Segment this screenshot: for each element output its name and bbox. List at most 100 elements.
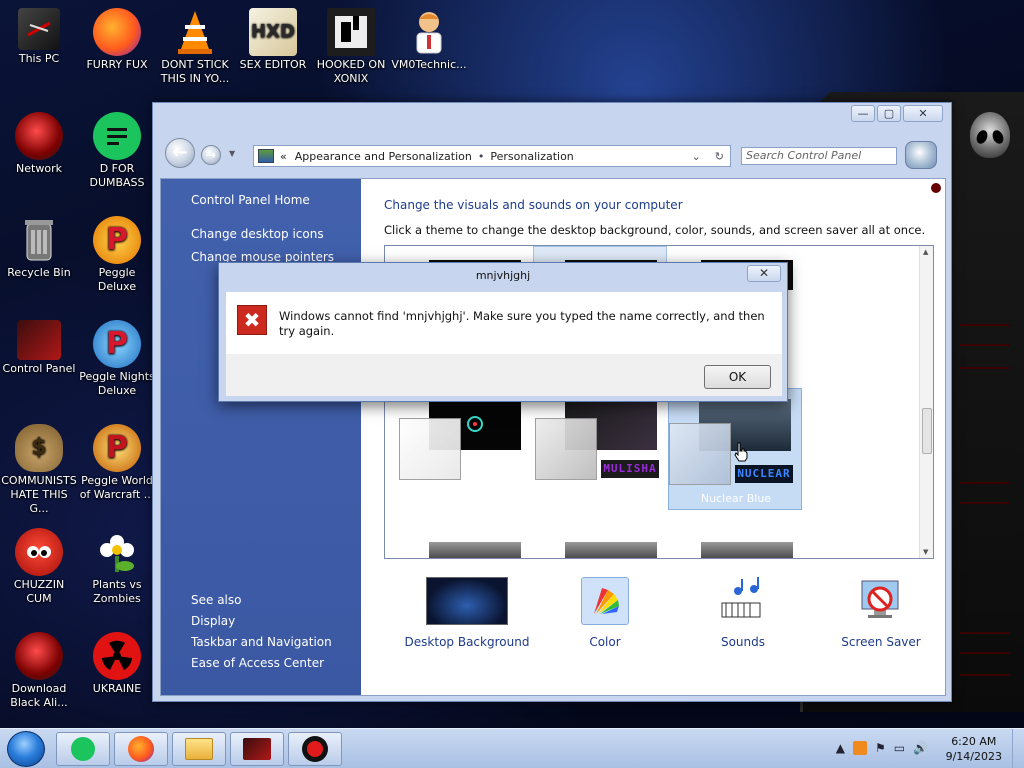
desktop-icon-plants-vs-zombies[interactable]: Plants vs Zombies (78, 528, 156, 606)
desktop-icon-peggle-nights[interactable]: P Peggle Nights Deluxe (78, 320, 156, 398)
hex-editor-icon: HXD (249, 8, 297, 56)
action-center-flag-icon[interactable]: ⚑ (875, 741, 886, 755)
network-icon[interactable]: ▭ (894, 741, 905, 755)
taskbar-app-file-explorer[interactable] (172, 732, 226, 766)
show-hidden-icons-icon[interactable]: ▲ (836, 741, 845, 755)
desktop-icon-d-for-dumbass[interactable]: D FOR DUMBASS (78, 112, 156, 190)
hand-cursor-icon (734, 442, 748, 462)
taskbar-app-notes[interactable] (56, 732, 110, 766)
readout-bar (960, 652, 1010, 654)
taskbar-app-firefox[interactable] (114, 732, 168, 766)
taskbar-app-recorder[interactable] (288, 732, 342, 766)
flower-icon (93, 528, 141, 576)
breadcrumb-separator: • (477, 149, 485, 163)
desktop-icon-chuzzin-cum[interactable]: CHUZZIN CUM (0, 528, 78, 606)
forward-button[interactable]: → (201, 145, 221, 165)
chuzzle-icon (15, 528, 63, 576)
sidebar-item-change-desktop-icons[interactable]: Change desktop icons (191, 227, 361, 241)
dialog-message-area: ✖ Windows cannot find 'mnjvhjghj'. Make … (226, 292, 782, 354)
desktop-icon-label: This PC (18, 52, 60, 65)
minimize-button[interactable]: — (851, 105, 875, 122)
readout-bar (960, 502, 1010, 504)
readout-bar (960, 324, 1010, 326)
desktop-icon-label: SEX EDITOR (239, 58, 307, 71)
system-tray: ▲ ⚑ ▭ 🔊 (836, 741, 928, 755)
screen-saver-button[interactable]: Screen Saver (811, 577, 951, 649)
sidebar-item-display[interactable]: Display (191, 614, 332, 628)
sidebar-item-taskbar-navigation[interactable]: Taskbar and Navigation (191, 635, 332, 649)
screen-saver-label: Screen Saver (841, 635, 921, 649)
theme-tile[interactable] (399, 398, 533, 522)
dialog-close-button[interactable]: ✕ (747, 265, 781, 282)
alien-head-icon (970, 112, 1010, 158)
theme-preview-partial[interactable] (701, 542, 793, 558)
desktop-icon-network[interactable]: Network (0, 112, 78, 176)
sounds-button[interactable]: Sounds (673, 577, 813, 649)
theme-preview-partial[interactable] (429, 542, 521, 558)
back-button[interactable]: ← (165, 138, 195, 168)
desktop-icon-peggle-wow[interactable]: P Peggle World of Warcraft ... (78, 424, 156, 502)
desktop-background-button[interactable]: Desktop Background (397, 577, 537, 649)
record-icon (302, 736, 328, 762)
ok-button[interactable]: OK (704, 365, 771, 389)
desktop-icon-xonix[interactable]: HOOKED ON XONIX (312, 8, 390, 86)
control-panel-content: Control Panel Home Change desktop icons … (160, 178, 946, 696)
xonix-game-icon (327, 8, 375, 56)
readout-bar (960, 482, 1010, 484)
address-recent-marker: « (280, 149, 287, 163)
decorative-ball-icon (931, 183, 941, 193)
desktop-icon-label: Control Panel (2, 362, 76, 375)
control-panel-icon (243, 738, 271, 760)
theme-tile[interactable]: MULISHA (535, 398, 669, 522)
sidebar-item-control-panel-home[interactable]: Control Panel Home (191, 193, 361, 207)
green-notes-icon (71, 737, 95, 761)
sidebar-item-ease-of-access[interactable]: Ease of Access Center (191, 656, 332, 670)
chevron-down-icon[interactable]: ⌄ (692, 150, 701, 163)
scroll-up-icon[interactable]: ▲ (923, 248, 928, 256)
desktop-icon-label: Recycle Bin (7, 266, 71, 279)
breadcrumb-appearance[interactable]: Appearance and Personalization (295, 150, 472, 163)
show-desktop-button[interactable] (1012, 729, 1024, 768)
technician-icon (405, 8, 453, 56)
volume-icon[interactable]: 🔊 (913, 741, 928, 755)
tray-app-icon[interactable] (852, 741, 867, 755)
color-button[interactable]: Color (535, 577, 675, 649)
desktop-icon-peggle-deluxe[interactable]: P Peggle Deluxe (78, 216, 156, 294)
desktop-icon-label: Plants vs Zombies (92, 578, 142, 605)
theme-window-color-thumb (535, 418, 597, 480)
desktop-background-icon (426, 577, 508, 625)
clock[interactable]: 6:20 AM 9/14/2023 (946, 734, 1002, 764)
theme-list-scrollbar[interactable]: ▲ ▼ (919, 246, 933, 558)
desktop-icon-label: Network (16, 162, 62, 175)
search-input[interactable]: Search Control Panel (741, 147, 897, 165)
desktop-icon-vm0technic[interactable]: VM0Technic... (390, 8, 468, 72)
close-button[interactable]: ✕ (903, 105, 943, 122)
scroll-down-icon[interactable]: ▼ (923, 548, 928, 556)
breadcrumb-personalization[interactable]: Personalization (490, 150, 573, 163)
desktop-icon-recycle-bin[interactable]: Recycle Bin (0, 216, 78, 280)
folder-icon (185, 738, 213, 760)
desktop-icon-communists[interactable]: $ COMMUNISTS HATE THIS G... (0, 424, 78, 516)
address-bar[interactable]: « Appearance and Personalization • Perso… (253, 145, 731, 167)
recycle-bin-icon (15, 216, 63, 264)
control-panel-icon (17, 320, 61, 360)
refresh-icon[interactable]: ↻ (715, 150, 724, 163)
start-button[interactable] (7, 731, 45, 767)
desktop-icon-sex-editor[interactable]: HXD SEX EDITOR (234, 8, 312, 72)
desktop-icon-vlc[interactable]: DONT STICK THIS IN YO... (156, 8, 234, 86)
scrollbar-thumb[interactable] (922, 408, 932, 454)
desktop-icon-this-pc[interactable]: This PC (0, 8, 78, 66)
desktop-icon-label: FURRY FUX (86, 58, 148, 71)
recent-pages-icon[interactable]: ▼ (229, 149, 235, 158)
desktop-background-label: Desktop Background (404, 635, 530, 649)
help-globe-icon[interactable] (905, 141, 937, 169)
vlc-cone-icon (171, 8, 219, 56)
desktop-icon-ukraine[interactable]: UKRAINE (78, 632, 156, 696)
desktop-icon-label: Download Black Ali... (10, 682, 68, 709)
maximize-button[interactable]: ▢ (877, 105, 901, 122)
desktop-icon-firefox[interactable]: FURRY FUX (78, 8, 156, 72)
desktop-icon-download-black-alien[interactable]: Download Black Ali... (0, 632, 78, 710)
theme-preview-partial[interactable] (565, 542, 657, 558)
desktop-icon-control-panel[interactable]: Control Panel (0, 320, 78, 376)
taskbar-app-control-panel[interactable] (230, 732, 284, 766)
